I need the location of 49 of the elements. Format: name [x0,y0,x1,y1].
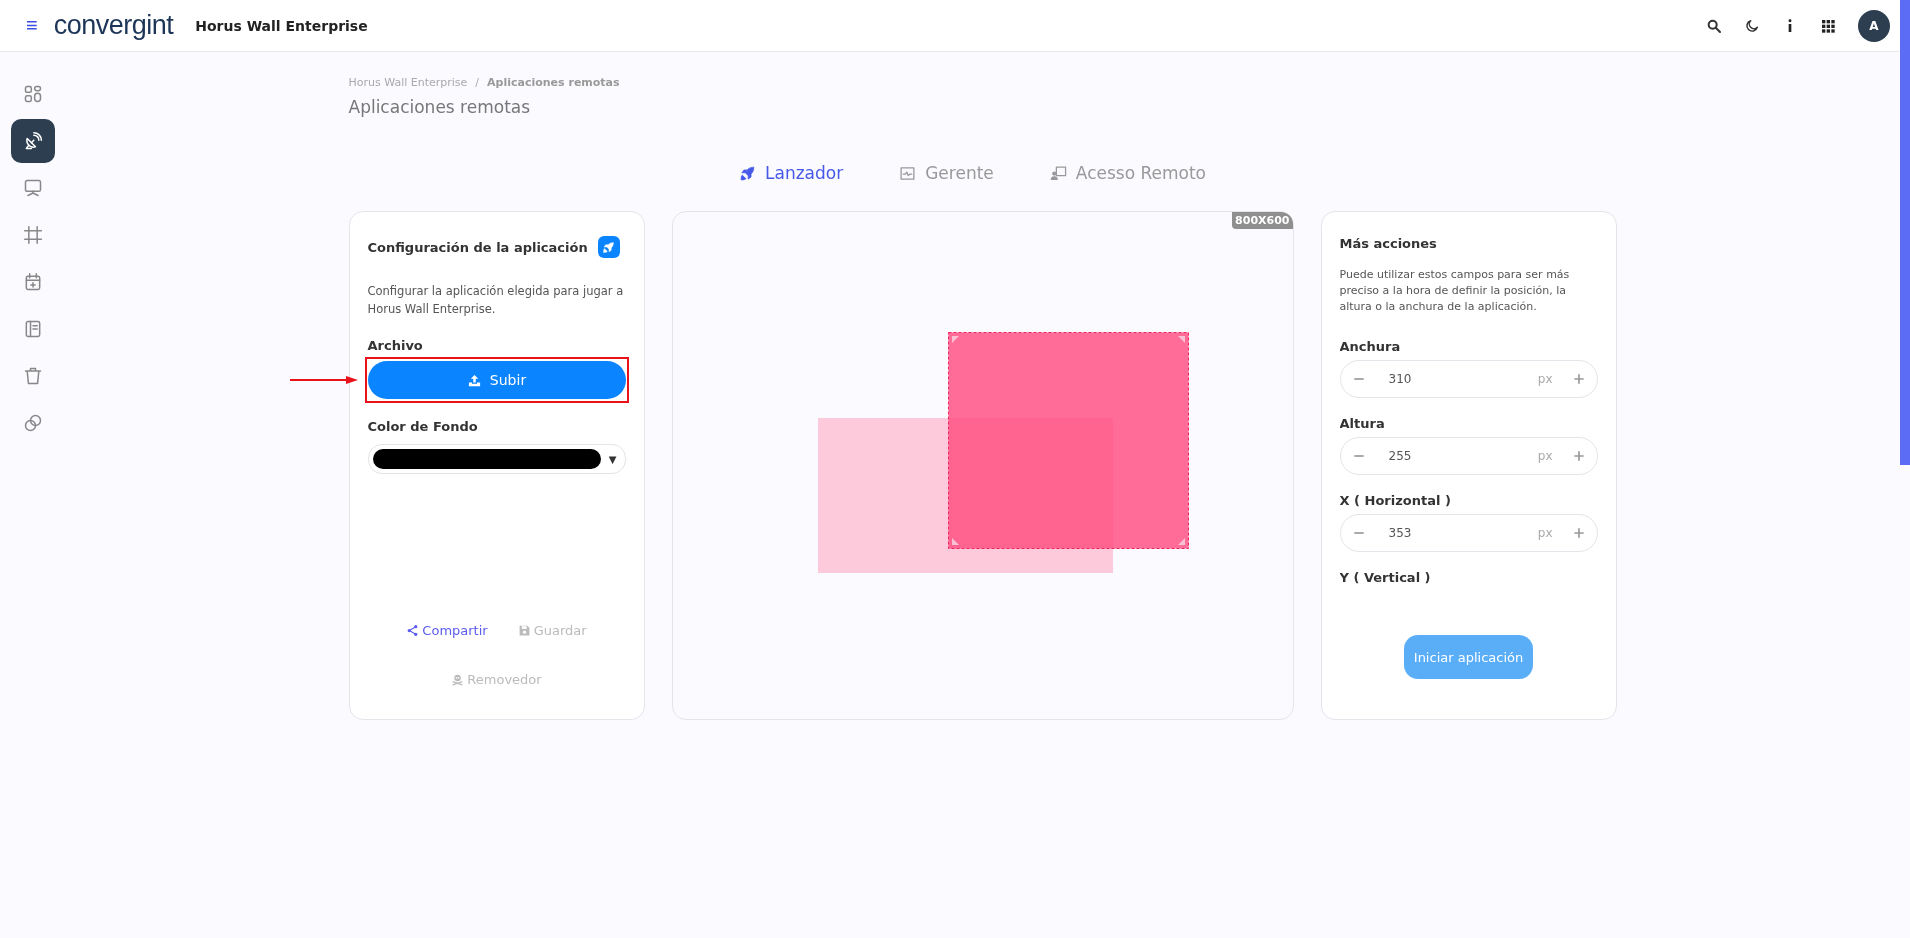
rocket-icon [602,240,616,254]
avatar[interactable]: A [1858,9,1890,42]
field-label: Anchura [1339,339,1402,354]
menu-button[interactable]: ≡ [26,14,38,37]
field-value: 353 [1387,526,1413,540]
trash-icon [22,366,43,386]
tab[interactable]: Gerente [899,163,994,183]
app-name: Horus Wall Enterprise [195,17,368,34]
overlapping-circles-icon [22,413,43,433]
card-title: Configuración de la aplicación [367,239,588,255]
rocket-icon [739,164,756,182]
field-value: 310 [1387,372,1413,386]
moon-icon[interactable] [1744,17,1760,34]
field-label: Color de Fondo [367,419,479,434]
scrollbar-thumb[interactable] [1900,0,1910,465]
tab[interactable]: Acesso Remoto [1049,163,1206,183]
tab[interactable]: Lanzador [739,163,844,183]
card-description: Configurar la aplicación elegida para jugar a Horus Wall Enterprise. [367,283,625,318]
apps-grid-icon[interactable] [1820,17,1836,34]
unit-label: px [1537,372,1553,386]
upload-button[interactable]: Subir [367,361,626,399]
share-icon [406,624,420,637]
breadcrumb-separator: / [475,76,480,89]
field-label: Archivo [367,338,424,353]
monitor-icon [22,178,43,198]
unit-label: px [1537,449,1553,463]
page-title: Aplicaciones remotas [348,97,532,117]
person-screen-icon [1049,164,1067,182]
resolution-badge: 800X600 [1232,212,1293,229]
arrow-icon [289,375,358,385]
search-icon[interactable] [1706,17,1722,34]
logo: convergint [53,10,174,41]
action-link[interactable]: Compartir [406,623,488,638]
card-title: Más acciones [1339,236,1437,251]
color-select[interactable]: ▼ [367,444,626,474]
card-description: Puede utilizar estos campos para ser más preciso a la hora de definir la posición, la altura o la anchura de la aplicación. [1339,267,1571,315]
caret-icon: ▼ [608,453,617,465]
field-label: Altura [1339,416,1386,431]
field-label: Y ( Vertical ) [1339,570,1432,585]
unit-label: px [1537,526,1553,540]
field-label: X ( Horizontal ) [1339,493,1452,508]
frame-icon [22,225,43,245]
chart-window-icon [899,164,917,182]
upload-icon [466,372,482,388]
field-value: 255 [1387,449,1413,463]
breadcrumb-item: Aplicaciones remotas [487,76,620,89]
skull-icon [451,673,465,686]
sidebar-item[interactable] [10,119,55,163]
widgets-icon [22,84,43,104]
